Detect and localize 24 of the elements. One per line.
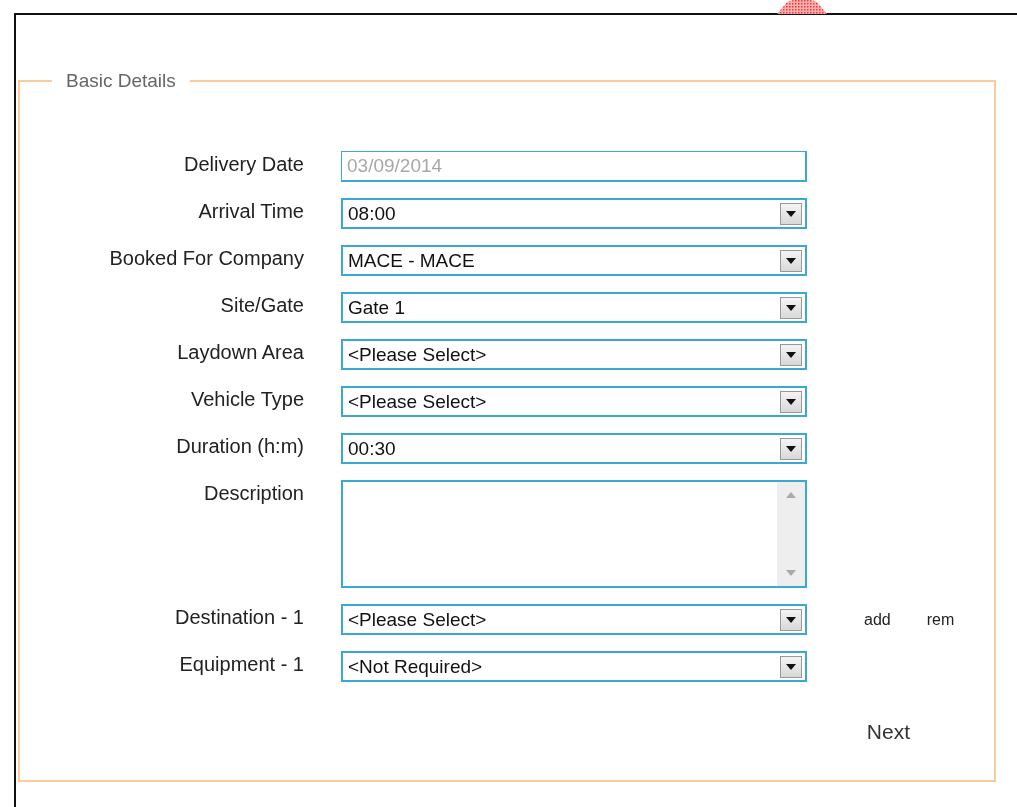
dropdown[interactable]: <Please Select> (341, 604, 807, 635)
field-label: Booked For Company (108, 246, 304, 271)
dropdown[interactable]: <Please Select> (341, 339, 807, 370)
field-label: Site/Gate (219, 293, 304, 318)
description-field[interactable] (341, 480, 807, 588)
dropdown[interactable]: Gate 1 (341, 292, 807, 323)
field-label: Vehicle Type (189, 387, 304, 412)
field-label: Equipment - 1 (178, 652, 304, 677)
field-label: Destination - 1 (174, 605, 304, 630)
dropdown[interactable]: <Please Select> (341, 386, 807, 417)
next-button[interactable]: Next (864, 718, 912, 746)
section-title: Basic Details (65, 70, 177, 92)
remove-link[interactable]: rem (926, 610, 955, 629)
dropdown[interactable]: 08:00 (341, 198, 807, 229)
field-label: Duration (h:m) (175, 434, 304, 459)
dropdown[interactable]: <Not Required> (341, 651, 807, 682)
dropdown[interactable]: MACE - MACE (341, 245, 807, 276)
field-label: Delivery Date (182, 152, 304, 177)
add-link[interactable]: add (864, 610, 891, 629)
field-label: Arrival Time (197, 199, 304, 224)
dropdown[interactable]: 00:30 (341, 433, 807, 464)
dome-icon (777, 0, 827, 14)
field-label: Laydown Area (176, 340, 304, 365)
field-label: Description (202, 481, 304, 506)
